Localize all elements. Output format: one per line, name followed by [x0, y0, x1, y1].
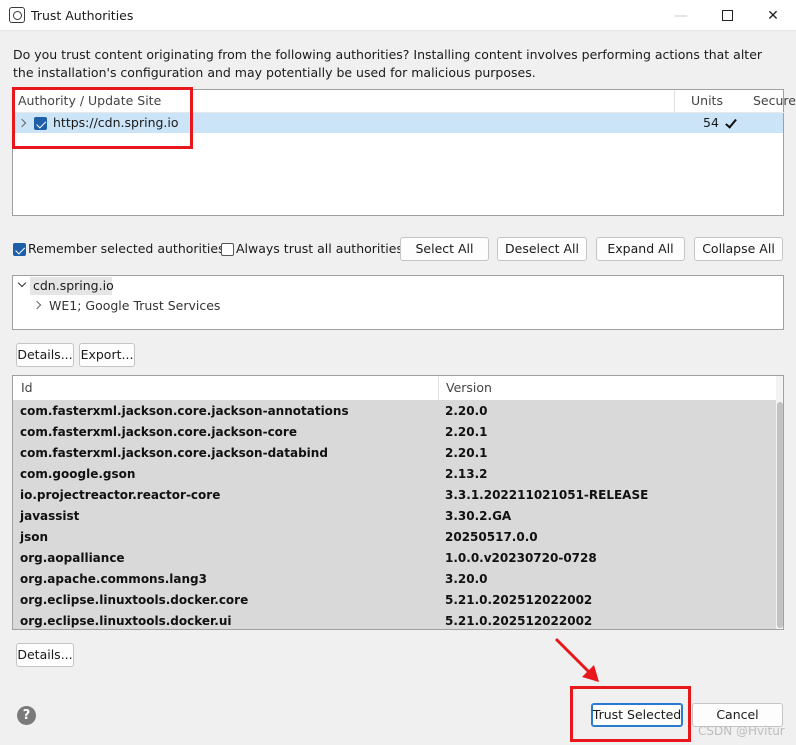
table-row[interactable]: org.eclipse.linuxtools.docker.ui 5.21.0.2…: [13, 611, 776, 629]
maximize-button[interactable]: [704, 0, 750, 31]
annotation-highlight-trust: [570, 686, 691, 742]
collapse-all-button[interactable]: Collapse All: [694, 237, 783, 261]
export-button[interactable]: Export...: [79, 343, 135, 367]
table-row[interactable]: io.projectreactor.reactor-core 3.3.1.2022…: [13, 485, 776, 506]
always-trust-checkbox[interactable]: [221, 243, 234, 256]
help-icon[interactable]: ?: [17, 706, 36, 725]
column-separator[interactable]: [438, 376, 439, 400]
expand-chevron-icon[interactable]: [32, 300, 42, 310]
row-version: 20250517.0.0: [445, 530, 538, 544]
table-row[interactable]: org.eclipse.linuxtools.docker.core 5.21.0…: [13, 590, 776, 611]
row-version: 1.0.0.v20230720-0728: [445, 551, 597, 565]
collapse-chevron-icon[interactable]: [17, 278, 27, 288]
always-trust-label[interactable]: Always trust all authorities: [236, 241, 403, 256]
row-version: 2.20.1: [445, 446, 488, 460]
row-version: 3.30.2.GA: [445, 509, 512, 523]
row-id: com.google.gson: [20, 467, 136, 481]
watermark: CSDN @Hvitur: [698, 724, 785, 738]
annotation-arrow: [554, 637, 599, 682]
table-row[interactable]: org.apache.commons.lang3 3.20.0: [13, 569, 776, 590]
title-bar: Trust Authorities — ✕: [0, 0, 796, 31]
annotation-highlight-authority: [12, 87, 193, 149]
table-row[interactable]: com.fasterxml.jackson.core.jackson-datab…: [13, 443, 776, 464]
row-version: 5.21.0.202512022002: [445, 614, 593, 628]
close-button[interactable]: ✕: [750, 0, 796, 31]
intro-text: Do you trust content originating from th…: [13, 47, 763, 80]
row-id: io.projectreactor.reactor-core: [20, 488, 221, 502]
scrollbar-thumb[interactable]: [777, 402, 783, 628]
deselect-all-button[interactable]: Deselect All: [497, 237, 587, 261]
secured-check-icon: [725, 116, 737, 129]
row-version: 3.3.1.202211021051-RELEASE: [445, 488, 649, 502]
units-table-scrollbar[interactable]: [776, 376, 783, 629]
remember-checkbox[interactable]: [13, 243, 26, 256]
expand-all-button[interactable]: Expand All: [596, 237, 685, 261]
row-id: com.fasterxml.jackson.core.jackson-annot…: [20, 404, 349, 418]
table-row[interactable]: javassist 3.30.2.GA: [13, 506, 776, 527]
row-id: com.fasterxml.jackson.core.jackson-core: [20, 425, 297, 439]
table-row[interactable]: com.fasterxml.jackson.core.jackson-annot…: [13, 401, 776, 422]
remember-label[interactable]: Remember selected authorities: [28, 241, 225, 256]
column-header-id[interactable]: Id: [21, 376, 33, 400]
certificate-tree: cdn.spring.io WE1; Google Trust Services: [12, 275, 784, 330]
row-id: javassist: [20, 509, 80, 523]
row-id: org.eclipse.linuxtools.docker.core: [20, 593, 249, 607]
row-version: 5.21.0.202512022002: [445, 593, 593, 607]
maximize-icon: [721, 10, 733, 21]
details-button-2[interactable]: Details...: [16, 643, 74, 667]
units-table: Id Version com.fasterxml.jackson.core.ja…: [12, 375, 784, 630]
column-header-units[interactable]: Units: [675, 90, 729, 113]
row-id: org.apache.commons.lang3: [20, 572, 207, 586]
details-button[interactable]: Details...: [16, 343, 74, 367]
row-version: 2.13.2: [445, 467, 488, 481]
app-icon: [9, 7, 25, 23]
row-id: com.fasterxml.jackson.core.jackson-datab…: [20, 446, 328, 460]
table-row[interactable]: json 20250517.0.0: [13, 527, 776, 548]
row-id: json: [20, 530, 49, 544]
tree-root-item[interactable]: cdn.spring.io: [33, 278, 114, 293]
select-all-button[interactable]: Select All: [400, 237, 489, 261]
units-table-header: Id Version: [13, 376, 776, 400]
authority-units: 54: [703, 115, 719, 130]
row-id: org.aopalliance: [20, 551, 125, 565]
units-table-body: com.fasterxml.jackson.core.jackson-annot…: [13, 400, 776, 629]
row-version: 3.20.0: [445, 572, 488, 586]
table-row[interactable]: com.google.gson 2.13.2: [13, 464, 776, 485]
row-version: 2.20.1: [445, 425, 488, 439]
column-header-version[interactable]: Version: [446, 376, 492, 400]
row-version: 2.20.0: [445, 404, 488, 418]
table-row[interactable]: com.fasterxml.jackson.core.jackson-core 2…: [13, 422, 776, 443]
column-header-secured[interactable]: Secured: [729, 90, 796, 113]
table-row[interactable]: org.aopalliance 1.0.0.v20230720-0728: [13, 548, 776, 569]
minimize-button[interactable]: —: [658, 0, 704, 31]
tree-child-item[interactable]: WE1; Google Trust Services: [49, 298, 220, 313]
window-title: Trust Authorities: [31, 8, 134, 23]
row-id: org.eclipse.linuxtools.docker.ui: [20, 614, 232, 628]
